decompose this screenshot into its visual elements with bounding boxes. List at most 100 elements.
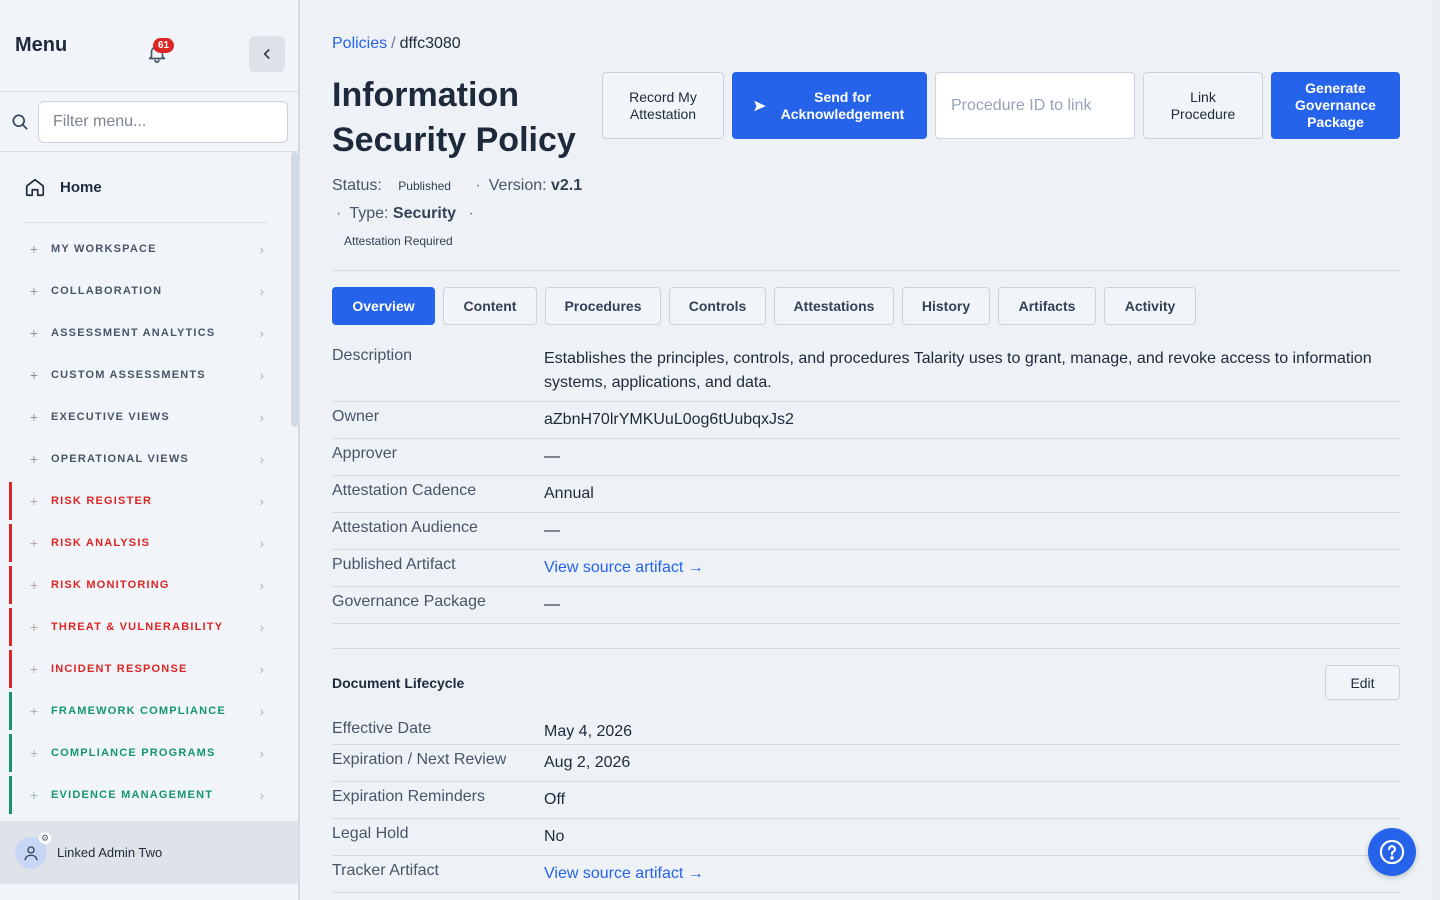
- sidebar-item-label: MY WORKSPACE: [51, 243, 157, 255]
- view-source-artifact-link[interactable]: View source artifact →: [544, 556, 1400, 586]
- tab-procedures[interactable]: Procedures: [545, 287, 661, 325]
- user-name: Linked Admin Two: [57, 845, 163, 860]
- detail-row: Owner aZbnH70lrYMKUuL0og6tUubqxJs2: [332, 402, 1400, 439]
- sidebar-item-framework-compliance[interactable]: + FRAMEWORK COMPLIANCE ›: [0, 690, 292, 732]
- help-button[interactable]: [1368, 828, 1416, 876]
- detail-label: Expiration / Next Review: [332, 751, 507, 768]
- home-icon: [25, 178, 45, 197]
- tab-activity[interactable]: Activity: [1104, 287, 1196, 325]
- chevron-right-icon: ›: [259, 409, 264, 425]
- type-value: Security: [392, 205, 457, 222]
- divider: [332, 648, 1400, 649]
- detail-label: Approver: [332, 445, 397, 462]
- detail-label: Effective Date: [332, 720, 432, 737]
- sidebar-item-incident-response[interactable]: + INCIDENT RESPONSE ›: [0, 648, 292, 690]
- sidebar-item-custom-assessments[interactable]: + CUSTOM ASSESSMENTS ›: [0, 354, 292, 396]
- chevron-right-icon: ›: [259, 283, 264, 299]
- edit-lifecycle-button[interactable]: Edit: [1325, 665, 1400, 700]
- sidebar-item-evidence-management[interactable]: + EVIDENCE MANAGEMENT ›: [0, 774, 292, 816]
- sidebar-item-risk-analysis[interactable]: + RISK ANALYSIS ›: [0, 522, 292, 564]
- chevron-right-icon: ›: [259, 535, 264, 551]
- detail-label: Tracker Artifact: [332, 862, 439, 879]
- detail-label: Published Artifact: [332, 556, 456, 573]
- overview-details: Description Establishes the principles, c…: [332, 347, 1400, 624]
- sidebar-item-label: ASSESSMENT ANALYTICS: [51, 327, 216, 339]
- record-attestation-button[interactable]: Record My Attestation: [602, 72, 724, 139]
- chevron-right-icon: ›: [259, 577, 264, 593]
- detail-row: Tracker Artifact View source artifact →: [332, 856, 1400, 893]
- send-acknowledgement-label: Send for Acknowledgement: [780, 88, 905, 122]
- plus-icon: +: [29, 577, 39, 593]
- plus-icon: +: [29, 283, 39, 299]
- collapse-sidebar-button[interactable]: [249, 36, 285, 72]
- generate-governance-package-button[interactable]: Generate Governance Package: [1271, 72, 1400, 139]
- group-indicator: [9, 650, 12, 688]
- tab-bar: Overview Content Procedures Controls Attesta…: [332, 287, 1196, 325]
- sidebar-item-label: FRAMEWORK COMPLIANCE: [51, 705, 226, 717]
- sidebar-item-risk-register[interactable]: + RISK REGISTER ›: [0, 480, 292, 522]
- sidebar-scrollbar[interactable]: [291, 152, 298, 427]
- tab-overview[interactable]: Overview: [332, 287, 435, 325]
- detail-row: Description Establishes the principles, c…: [332, 347, 1400, 402]
- sidebar-item-collaboration[interactable]: + COLLABORATION ›: [0, 270, 292, 312]
- chevron-right-icon: ›: [259, 703, 264, 719]
- tab-history[interactable]: History: [902, 287, 990, 325]
- detail-label: Attestation Audience: [332, 519, 478, 536]
- tab-artifacts[interactable]: Artifacts: [998, 287, 1096, 325]
- sidebar-header: Menu 61: [0, 0, 298, 92]
- detail-value: Annual: [544, 485, 594, 502]
- plus-icon: +: [29, 619, 39, 635]
- tab-attestations[interactable]: Attestations: [774, 287, 894, 325]
- sidebar-search: [0, 92, 298, 152]
- group-indicator: [9, 314, 12, 352]
- breadcrumb-separator: /: [391, 35, 396, 52]
- action-bar: Record My Attestation Send for Acknowled…: [602, 72, 1400, 139]
- sidebar-item-home[interactable]: Home: [24, 176, 102, 198]
- plus-icon: +: [29, 745, 39, 761]
- detail-value: —: [544, 448, 560, 465]
- group-indicator: [9, 776, 12, 814]
- group-indicator: [9, 566, 12, 604]
- sidebar-item-label: COMPLIANCE PROGRAMS: [51, 747, 216, 759]
- type-label: Type:: [349, 205, 389, 222]
- detail-value: —: [544, 596, 560, 613]
- link-procedure-button[interactable]: Link Procedure: [1143, 72, 1263, 139]
- view-source-artifact-link[interactable]: View source artifact →: [544, 862, 1400, 892]
- help-icon: [1379, 839, 1405, 865]
- procedure-id-input[interactable]: [935, 72, 1135, 139]
- detail-row: Approver —: [332, 439, 1400, 476]
- group-indicator: [9, 356, 12, 394]
- sidebar-item-operational-views[interactable]: + OPERATIONAL VIEWS ›: [0, 438, 292, 480]
- chevron-right-icon: ›: [259, 325, 264, 341]
- group-indicator: [9, 734, 12, 772]
- group-indicator: [9, 608, 12, 646]
- plus-icon: +: [29, 661, 39, 677]
- detail-label: Attestation Cadence: [332, 482, 477, 499]
- sidebar-item-label: RISK ANALYSIS: [51, 537, 151, 549]
- breadcrumb: Policies / dffc3080: [332, 35, 461, 53]
- tab-content[interactable]: Content: [443, 287, 537, 325]
- divider: [25, 222, 267, 223]
- detail-value: Off: [544, 791, 566, 808]
- user-profile[interactable]: ⚙ Linked Admin Two: [0, 821, 298, 884]
- avatar: ⚙: [15, 831, 51, 869]
- tab-controls[interactable]: Controls: [669, 287, 766, 325]
- sidebar-item-executive-views[interactable]: + EXECUTIVE VIEWS ›: [0, 396, 292, 438]
- sidebar-item-risk-monitoring[interactable]: + RISK MONITORING ›: [0, 564, 292, 606]
- plus-icon: +: [29, 493, 39, 509]
- breadcrumb-policies-link[interactable]: Policies: [332, 35, 387, 52]
- sidebar-title: Menu: [15, 34, 68, 56]
- send-acknowledgement-button[interactable]: Send for Acknowledgement: [732, 72, 927, 139]
- detail-row: Attestation Cadence Annual: [332, 476, 1400, 513]
- plus-icon: +: [29, 535, 39, 551]
- filter-menu-input[interactable]: [38, 100, 288, 143]
- chevron-right-icon: ›: [259, 451, 264, 467]
- page-scrollbar[interactable]: [1432, 0, 1440, 900]
- sidebar-item-compliance-programs[interactable]: + COMPLIANCE PROGRAMS ›: [0, 732, 292, 774]
- sidebar-item-assessment-analytics[interactable]: + ASSESSMENT ANALYTICS ›: [0, 312, 292, 354]
- policy-meta: Status: Published · Version: v2.1 · Type: …: [332, 177, 583, 248]
- sidebar-item-threat-vulnerability[interactable]: + THREAT & VULNERABILITY ›: [0, 606, 292, 648]
- detail-value: Establishes the principles, controls, an…: [544, 350, 1372, 391]
- sidebar-item-my-workspace[interactable]: + MY WORKSPACE ›: [0, 228, 292, 270]
- version-value: v2.1: [551, 177, 583, 194]
